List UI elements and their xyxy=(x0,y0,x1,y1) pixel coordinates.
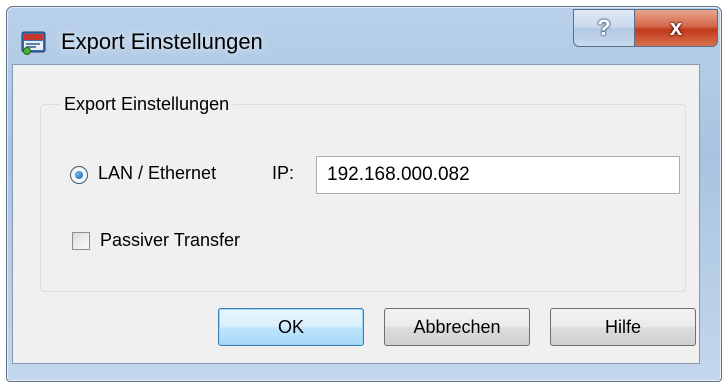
ip-label: IP: xyxy=(272,163,295,183)
passive-transfer-checkbox[interactable] xyxy=(72,232,90,250)
close-button[interactable]: x xyxy=(634,9,718,47)
lan-ethernet-label[interactable]: LAN / Ethernet xyxy=(98,163,216,184)
ip-address-input[interactable] xyxy=(316,156,680,194)
ok-button[interactable]: OK xyxy=(218,308,364,346)
cancel-button[interactable]: Abbrechen xyxy=(384,308,530,346)
group-title: Export Einstellungen xyxy=(60,94,234,115)
lan-ethernet-radio[interactable] xyxy=(70,166,88,184)
help-icon: ? xyxy=(597,15,611,40)
radio-selected-indicator xyxy=(75,171,83,179)
title-bar[interactable]: Export Einstellungen ? x xyxy=(7,7,721,71)
passive-transfer-label[interactable]: Passiver Transfer xyxy=(100,230,240,251)
window-title: Export Einstellungen xyxy=(61,29,263,54)
application-icon xyxy=(21,31,47,55)
help-dialog-button[interactable]: Hilfe xyxy=(550,308,696,346)
export-settings-group xyxy=(40,104,686,292)
help-button[interactable]: ? xyxy=(573,9,635,47)
close-icon: x xyxy=(669,15,683,40)
